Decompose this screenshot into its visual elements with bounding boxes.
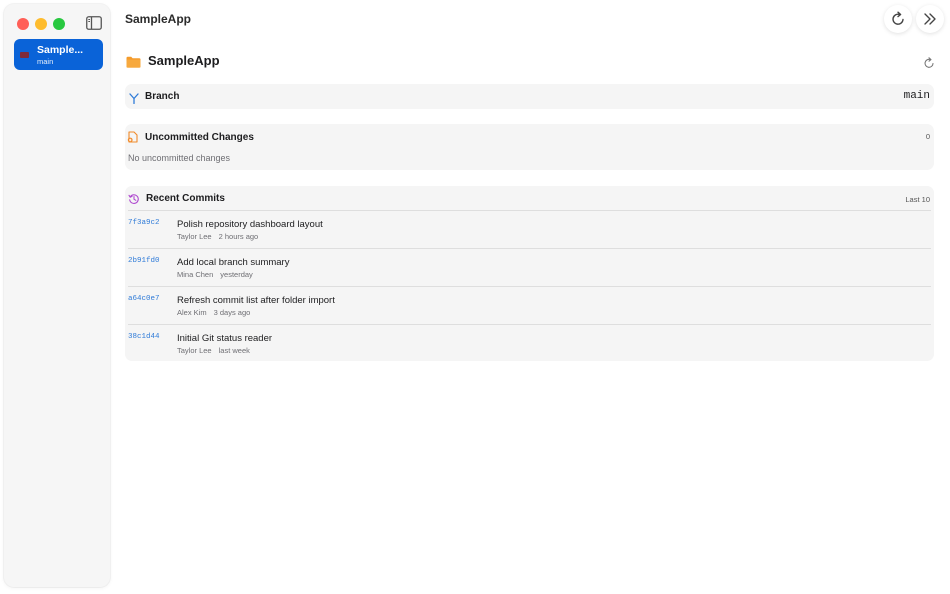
- minimize-window-button[interactable]: [35, 18, 47, 30]
- zoom-window-button[interactable]: [53, 18, 65, 30]
- commit-hash[interactable]: a64c0e7: [128, 295, 160, 303]
- sidebar: Sample... main: [4, 4, 110, 587]
- commit-message: Initial Git status reader: [177, 333, 273, 344]
- history-icon: [128, 192, 140, 210]
- window-title: SampleApp: [125, 12, 192, 26]
- commits-limit-badge: Last 10: [905, 195, 930, 204]
- refresh-icon: [892, 11, 904, 25]
- chevron-double-right-icon: [924, 13, 936, 25]
- commit-meta: Alex Kim 3 days ago: [177, 308, 250, 317]
- commit-hash[interactable]: 38c1d44: [128, 333, 160, 341]
- recent-commits-card: Recent Commits Last 10 7f3a9c2 Polish re…: [125, 186, 934, 361]
- commit-meta: Taylor Lee 2 hours ago: [177, 232, 258, 241]
- commit-time: 2 hours ago: [218, 232, 259, 241]
- uncommitted-changes-card: Uncommitted Changes 0 No uncommitted cha…: [125, 124, 934, 170]
- folder-icon: [126, 55, 141, 73]
- commit-author: Mina Chen: [177, 270, 214, 279]
- commit-time: last week: [218, 346, 250, 355]
- empty-changes-text: No uncommitted changes: [128, 153, 231, 163]
- commit-message: Polish repository dashboard layout: [177, 219, 323, 230]
- commit-time: 3 days ago: [213, 308, 251, 317]
- repository-icon: [20, 52, 29, 58]
- commit-meta: Mina Chen yesterday: [177, 270, 253, 279]
- reload-status-button[interactable]: [923, 56, 935, 74]
- commit-message: Refresh commit list after folder import: [177, 295, 335, 306]
- sidebar-toggle-icon[interactable]: [86, 16, 102, 30]
- commit-row[interactable]: 2b91fd0 Add local branch summary Mina Ch…: [125, 249, 934, 287]
- commit-author: Alex Kim: [177, 308, 207, 317]
- uncommitted-changes-label: Uncommitted Changes: [145, 132, 254, 143]
- branch-name: main: [903, 90, 930, 102]
- commit-time: yesterday: [220, 270, 253, 279]
- refresh-icon: [924, 57, 934, 68]
- commit-row[interactable]: 7f3a9c2 Polish repository dashboard layo…: [125, 211, 934, 249]
- commit-message: Add local branch summary: [177, 257, 290, 268]
- close-window-button[interactable]: [17, 18, 29, 30]
- refresh-button[interactable]: [884, 5, 912, 33]
- app-window: Sample... main SampleApp SampleApp Branc…: [0, 0, 950, 594]
- commit-hash[interactable]: 7f3a9c2: [128, 219, 160, 227]
- commit-row[interactable]: a64c0e7 Refresh commit list after folder…: [125, 287, 934, 325]
- sidebar-item-repository[interactable]: Sample... main: [14, 39, 103, 70]
- commit-hash[interactable]: 2b91fd0: [128, 257, 160, 265]
- more-actions-button[interactable]: [916, 5, 944, 33]
- changes-count: 0: [925, 132, 930, 141]
- commit-author: Taylor Lee: [177, 346, 212, 355]
- branch-label: Branch: [145, 91, 180, 102]
- commit-author: Taylor Lee: [177, 232, 212, 241]
- commit-meta: Taylor Lee last week: [177, 346, 250, 355]
- sidebar-repo-branch: main: [37, 57, 54, 66]
- sidebar-repo-name: Sample...: [37, 44, 84, 56]
- repository-title: SampleApp: [148, 53, 220, 68]
- branch-card: Branch main: [125, 84, 934, 109]
- branch-icon: [129, 91, 139, 109]
- commit-row[interactable]: 38c1d44 Initial Git status reader Taylor…: [125, 325, 934, 363]
- recent-commits-label: Recent Commits: [146, 193, 225, 204]
- changes-icon: [127, 130, 139, 148]
